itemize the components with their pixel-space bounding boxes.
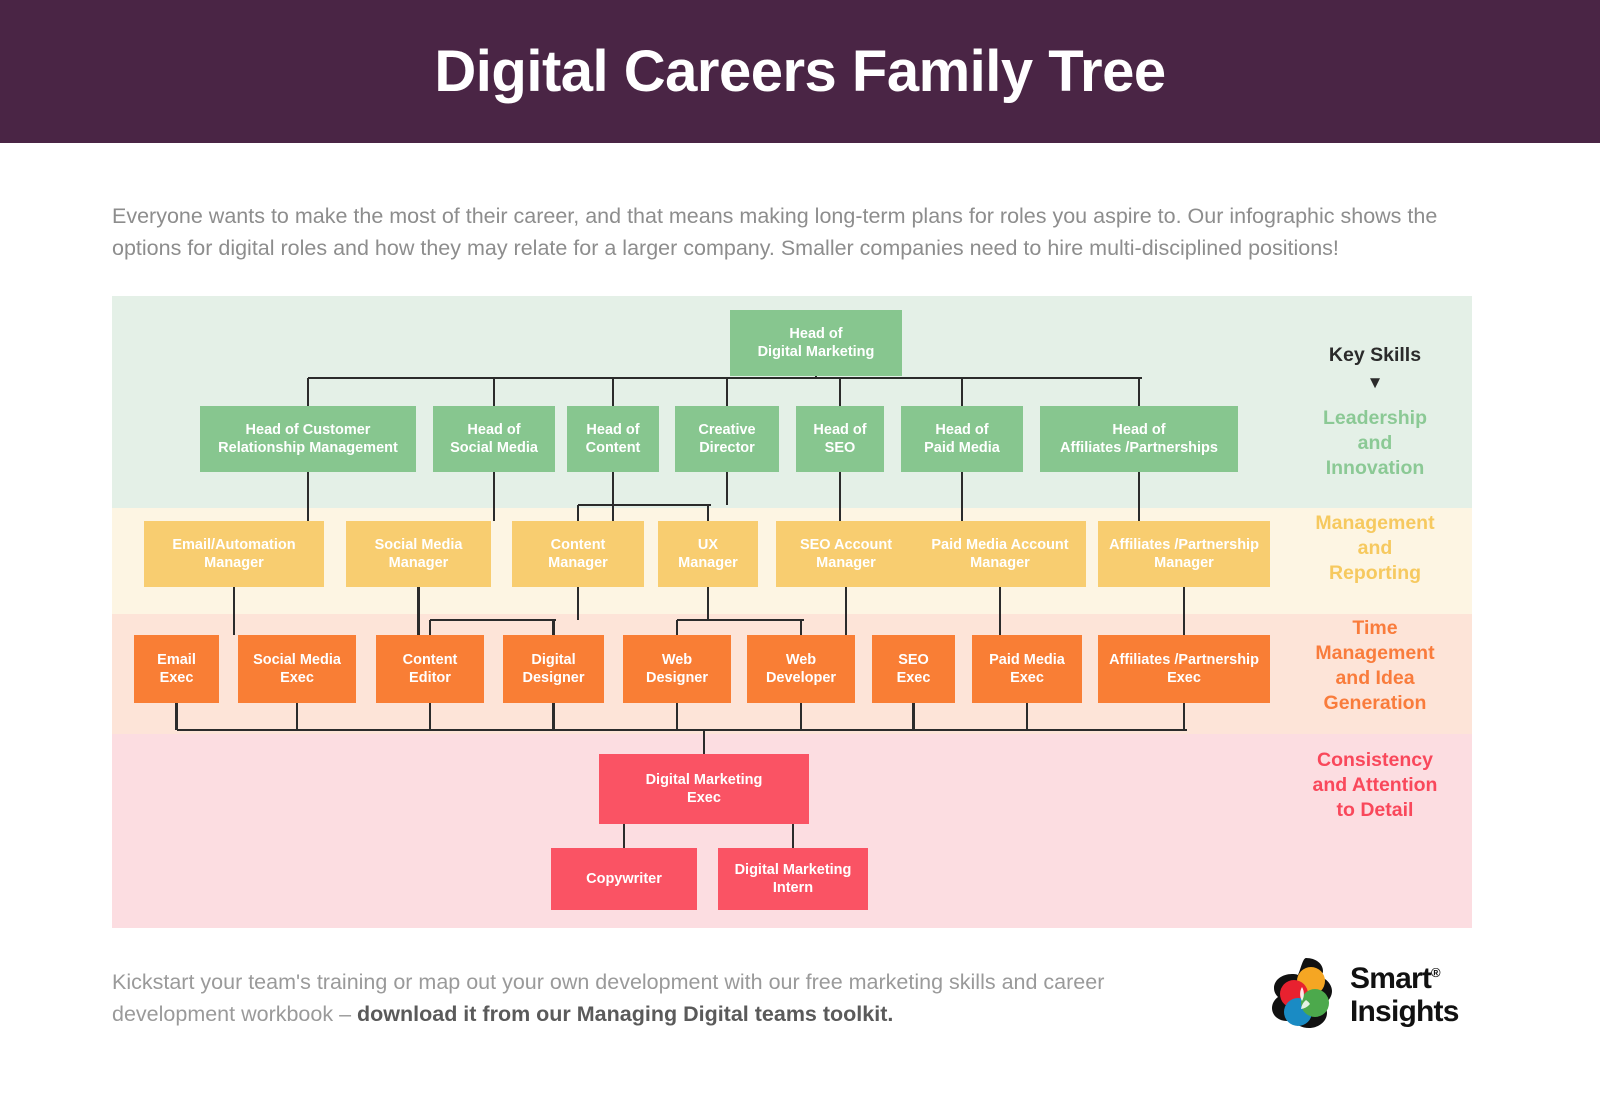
key-skills-heading: Key Skills [1328,344,1422,366]
connector-horizontal [430,618,556,622]
intro-paragraph: Everyone wants to make the most of their… [112,204,1438,260]
role-node-wdes[interactable]: Web Designer [623,635,731,703]
connector-vertical [492,378,496,406]
role-node-cm[interactable]: Content Manager [512,521,644,587]
role-node-ape[interactable]: Affiliates /Partnership Exec [1098,635,1270,703]
connector-vertical [492,472,496,521]
role-node-seoam[interactable]: SEO Account Manager [776,521,916,587]
connector-vertical [799,620,803,635]
role-node-dd[interactable]: Digital Designer [503,635,604,703]
connector-vertical [799,703,803,730]
connector-vertical [725,378,729,406]
role-node-wdev[interactable]: Web Developer [747,635,855,703]
role-node-hap[interactable]: Head of Affiliates /Partnerships [1040,406,1238,472]
role-node-uxm[interactable]: UX Manager [658,521,758,587]
connector-vertical [1025,703,1029,730]
connector-vertical [306,378,310,406]
connector-vertical [295,703,299,730]
role-node-ce[interactable]: Content Editor [376,635,484,703]
connector-vertical [675,620,679,635]
role-node-cw[interactable]: Copywriter [551,848,697,910]
connector-vertical [998,587,1002,635]
role-node-smm[interactable]: Social Media Manager [346,521,491,587]
role-node-seoe[interactable]: SEO Exec [872,635,955,703]
connector-vertical [428,703,432,730]
connector-vertical [1182,703,1186,730]
connector-vertical [428,620,432,635]
connector-vertical [675,703,679,730]
connector-vertical [417,587,420,635]
family-tree-chart: Key Skills ▼ Leadership and Innovation Man… [112,296,1472,928]
role-node-apm[interactable]: Affiliates /Partnership Manager [1098,521,1270,587]
role-node-dmi[interactable]: Digital Marketing Intern [718,848,868,910]
connector-horizontal [677,618,804,622]
role-node-hc[interactable]: Head of Content [567,406,659,472]
logo-line1: Smart [1350,962,1432,995]
connector-horizontal [176,728,1187,732]
skill-label-leadership: Leadership and Innovation [1322,407,1428,479]
role-node-hdm[interactable]: Head of Digital Marketing [730,310,902,376]
role-node-hsm[interactable]: Head of Social Media [433,406,555,472]
infographic-root: Digital Careers Family Tree Everyone wan… [0,0,1600,1100]
logo-wordmark: Smart® Insights [1350,956,1459,1028]
role-node-pmam[interactable]: Paid Media Account Manager [914,521,1086,587]
connector-horizontal [308,376,1142,380]
connector-vertical [960,378,964,406]
connector-vertical [611,378,615,406]
connector-vertical [960,472,964,521]
role-node-hpm[interactable]: Head of Paid Media [901,406,1023,472]
connector-vertical [838,472,842,521]
connector-vertical [576,587,580,620]
header-bar: Digital Careers Family Tree [0,0,1600,143]
connector-vertical [552,703,555,730]
connector-vertical [306,472,310,521]
connector-vertical [706,505,710,521]
connector-vertical [611,472,615,521]
skill-label-time: Time Management and Idea Generation [1315,617,1435,714]
connector-vertical [791,824,795,848]
footer-text: Kickstart your team's training or map ou… [112,966,1172,1030]
chevron-down-icon: ▼ [1366,373,1384,392]
connector-vertical [232,587,236,635]
role-node-dme[interactable]: Digital Marketing Exec [599,754,809,824]
connector-vertical [622,824,626,848]
connector-vertical [702,730,706,754]
connector-vertical [838,378,842,406]
connector-vertical [1137,472,1141,521]
connector-vertical [912,703,915,730]
registered-icon: ® [1431,965,1441,980]
connector-horizontal [578,503,711,507]
footer-text-bold: download it from our Managing Digital te… [357,1002,894,1026]
connector-vertical [552,620,555,635]
role-node-sme[interactable]: Social Media Exec [238,635,356,703]
skill-label-management: Management and Reporting [1315,512,1435,584]
role-node-hcrm[interactable]: Head of Customer Relationship Management [200,406,416,472]
connector-vertical [1137,378,1141,406]
logo-line2: Insights [1350,995,1459,1028]
role-node-pme[interactable]: Paid Media Exec [972,635,1082,703]
role-node-ee[interactable]: Email Exec [134,635,219,703]
connector-vertical [725,472,729,505]
skill-label-consistency: Consistency and Attention to Detail [1312,749,1438,821]
logo-circles-icon [1272,958,1332,1028]
connector-vertical [576,505,580,521]
page-title: Digital Careers Family Tree [434,39,1166,104]
smart-insights-logo[interactable]: Smart® Insights [1270,952,1470,1034]
connector-vertical [1182,587,1186,635]
connector-vertical [814,376,818,378]
role-node-cd[interactable]: Creative Director [675,406,779,472]
connector-vertical [706,587,710,620]
role-node-eam[interactable]: Email/Automation Manager [144,521,324,587]
role-node-hseo[interactable]: Head of SEO [796,406,884,472]
connector-vertical [175,703,178,730]
connector-vertical [844,587,848,635]
